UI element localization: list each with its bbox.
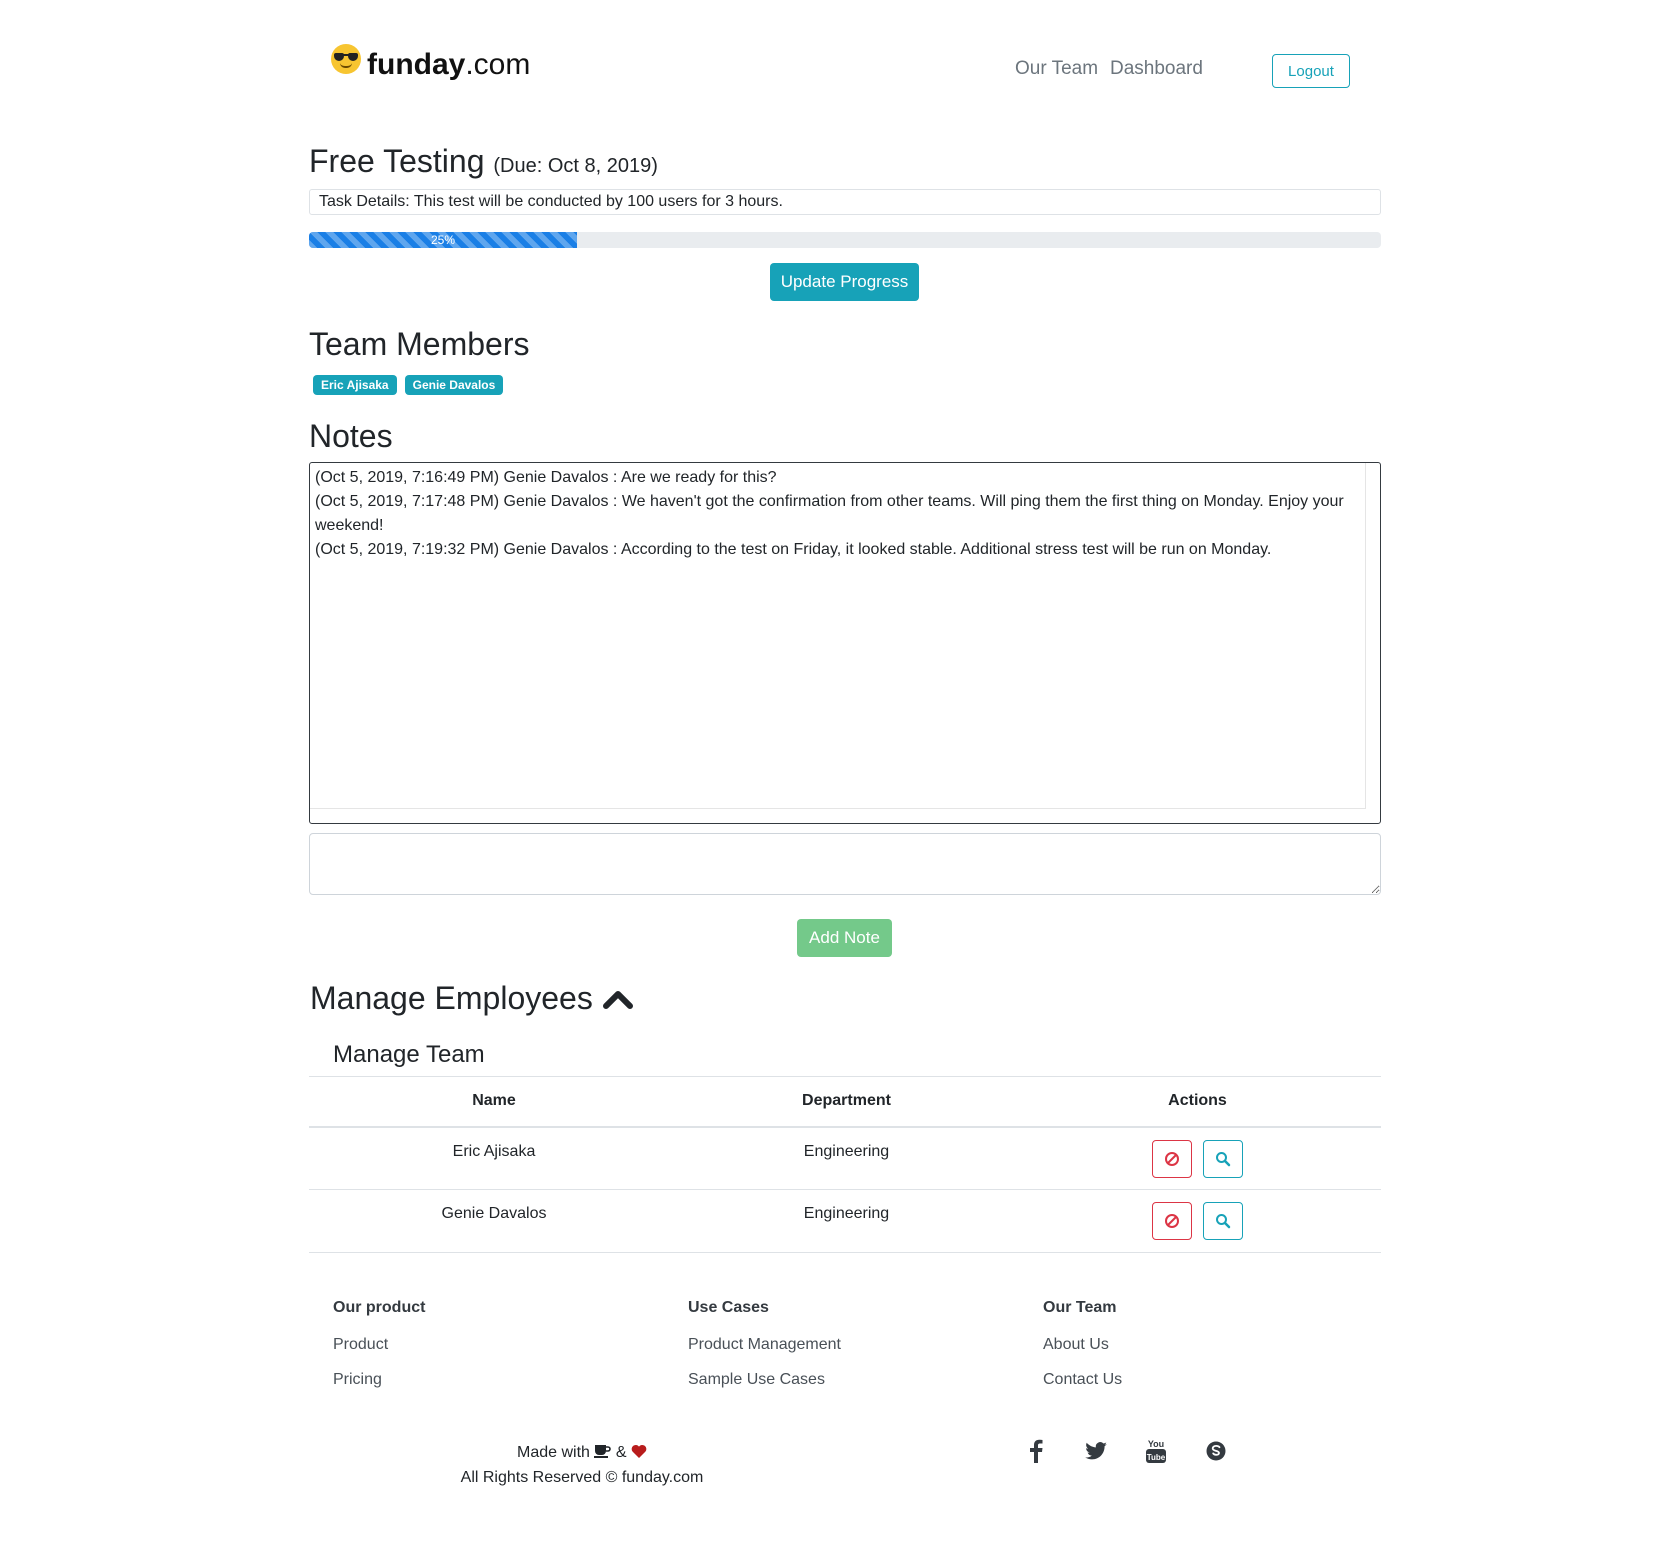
- progress-bar-fill: 25%: [309, 232, 577, 248]
- footer-link-product-management[interactable]: Product Management: [688, 1336, 841, 1354]
- task-progress: 25%: [309, 232, 1381, 248]
- task-due-date: (Due: Oct 8, 2019): [493, 155, 658, 177]
- logout-button[interactable]: Logout: [1272, 54, 1350, 88]
- ban-icon: [1165, 1151, 1180, 1166]
- table-row: Genie Davalos Engineering: [309, 1189, 1381, 1253]
- chevron-up-icon[interactable]: [602, 988, 633, 1010]
- notes-heading: Notes: [309, 418, 393, 454]
- update-progress-button[interactable]: Update Progress: [770, 263, 919, 301]
- view-employee-button[interactable]: [1202, 1139, 1243, 1178]
- table-row: Eric Ajisaka Engineering: [309, 1126, 1381, 1190]
- row-actions: [1014, 1126, 1381, 1190]
- employee-department: Engineering: [679, 1126, 1014, 1190]
- footer-column-title: Our product: [333, 1299, 426, 1316]
- footer-column-our-team: Our Team About Us Contact Us: [1043, 1299, 1122, 1406]
- footer-link-contact-us[interactable]: Contact Us: [1043, 1371, 1122, 1389]
- remove-employee-button[interactable]: [1152, 1139, 1193, 1178]
- footer-link-product[interactable]: Product: [333, 1336, 425, 1354]
- footer-credits: Made with & All Rights Reserved © funday…: [457, 1440, 707, 1490]
- team-members-heading: Team Members: [309, 326, 530, 362]
- heart-icon: [631, 1444, 647, 1458]
- member-badge[interactable]: Eric Ajisaka: [313, 375, 397, 395]
- footer-link-pricing[interactable]: Pricing: [333, 1371, 425, 1389]
- svg-text:You: You: [1148, 1439, 1164, 1449]
- footer-column-product: Our product Product Pricing: [333, 1299, 425, 1406]
- note-entry: (Oct 5, 2019, 7:17:48 PM) Genie Davalos …: [315, 493, 1344, 534]
- footer-column-title: Our Team: [1043, 1299, 1117, 1316]
- nav-our-team[interactable]: Our Team: [1015, 58, 1098, 80]
- note-entry: (Oct 5, 2019, 7:16:49 PM) Genie Davalos …: [315, 469, 777, 486]
- footer-link-sample-use-cases[interactable]: Sample Use Cases: [688, 1371, 841, 1389]
- member-badge[interactable]: Genie Davalos: [404, 375, 504, 395]
- column-header-actions: Actions: [1014, 1076, 1381, 1128]
- brand-logo[interactable]: funday.com: [331, 44, 531, 82]
- task-title: Free Testing (Due: Oct 8, 2019): [309, 143, 658, 179]
- made-with-text: Made with: [517, 1444, 590, 1461]
- twitter-icon[interactable]: [1066, 1437, 1126, 1465]
- manage-employees-title: Manage Employees: [310, 980, 593, 1016]
- social-links: You Tube: [1006, 1437, 1246, 1465]
- column-header-name: Name: [309, 1076, 679, 1128]
- row-actions: [1014, 1189, 1381, 1253]
- sunglasses-emoji-icon: [331, 44, 361, 74]
- ban-icon: [1165, 1214, 1180, 1228]
- view-employee-button[interactable]: [1202, 1202, 1243, 1240]
- ampersand: &: [615, 1444, 627, 1461]
- footer-column-title: Use Cases: [688, 1299, 769, 1316]
- new-note-input[interactable]: [309, 833, 1381, 895]
- coffee-icon: [594, 1445, 612, 1458]
- search-icon: [1215, 1151, 1230, 1166]
- search-icon: [1215, 1214, 1230, 1229]
- youtube-icon[interactable]: You Tube: [1126, 1437, 1186, 1465]
- employees-table: Name Department Actions Eric Ajisaka Eng…: [309, 1076, 1381, 1253]
- column-header-department: Department: [679, 1076, 1014, 1128]
- remove-employee-button[interactable]: [1152, 1202, 1193, 1240]
- page: funday.com Our Team Dashboard Logout Fre…: [0, 0, 1680, 1545]
- employee-name: Genie Davalos: [309, 1189, 679, 1253]
- skype-icon[interactable]: [1186, 1437, 1246, 1465]
- nav-dashboard[interactable]: Dashboard: [1110, 58, 1203, 80]
- manage-employees-heading[interactable]: Manage Employees: [310, 980, 633, 1017]
- employee-name: Eric Ajisaka: [309, 1126, 679, 1190]
- task-details: Task Details: This test will be conducte…: [309, 189, 1381, 215]
- manage-team-heading: Manage Team: [333, 1041, 485, 1068]
- table-header-row: Name Department Actions: [309, 1076, 1381, 1128]
- add-note-button[interactable]: Add Note: [797, 919, 892, 957]
- notes-log[interactable]: (Oct 5, 2019, 7:16:49 PM) Genie Davalos …: [309, 462, 1381, 824]
- svg-text:Tube: Tube: [1147, 1453, 1166, 1462]
- team-members-list: Eric Ajisaka Genie Davalos: [313, 375, 504, 395]
- note-entry: (Oct 5, 2019, 7:19:32 PM) Genie Davalos …: [315, 541, 1272, 558]
- facebook-icon[interactable]: [1006, 1437, 1066, 1465]
- footer-column-use-cases: Use Cases Product Management Sample Use …: [688, 1299, 841, 1406]
- copyright-text: All Rights Reserved © funday.com: [460, 1469, 704, 1486]
- brand-name: funday.com: [367, 48, 531, 81]
- footer-link-about-us[interactable]: About Us: [1043, 1336, 1122, 1354]
- employee-department: Engineering: [679, 1189, 1014, 1253]
